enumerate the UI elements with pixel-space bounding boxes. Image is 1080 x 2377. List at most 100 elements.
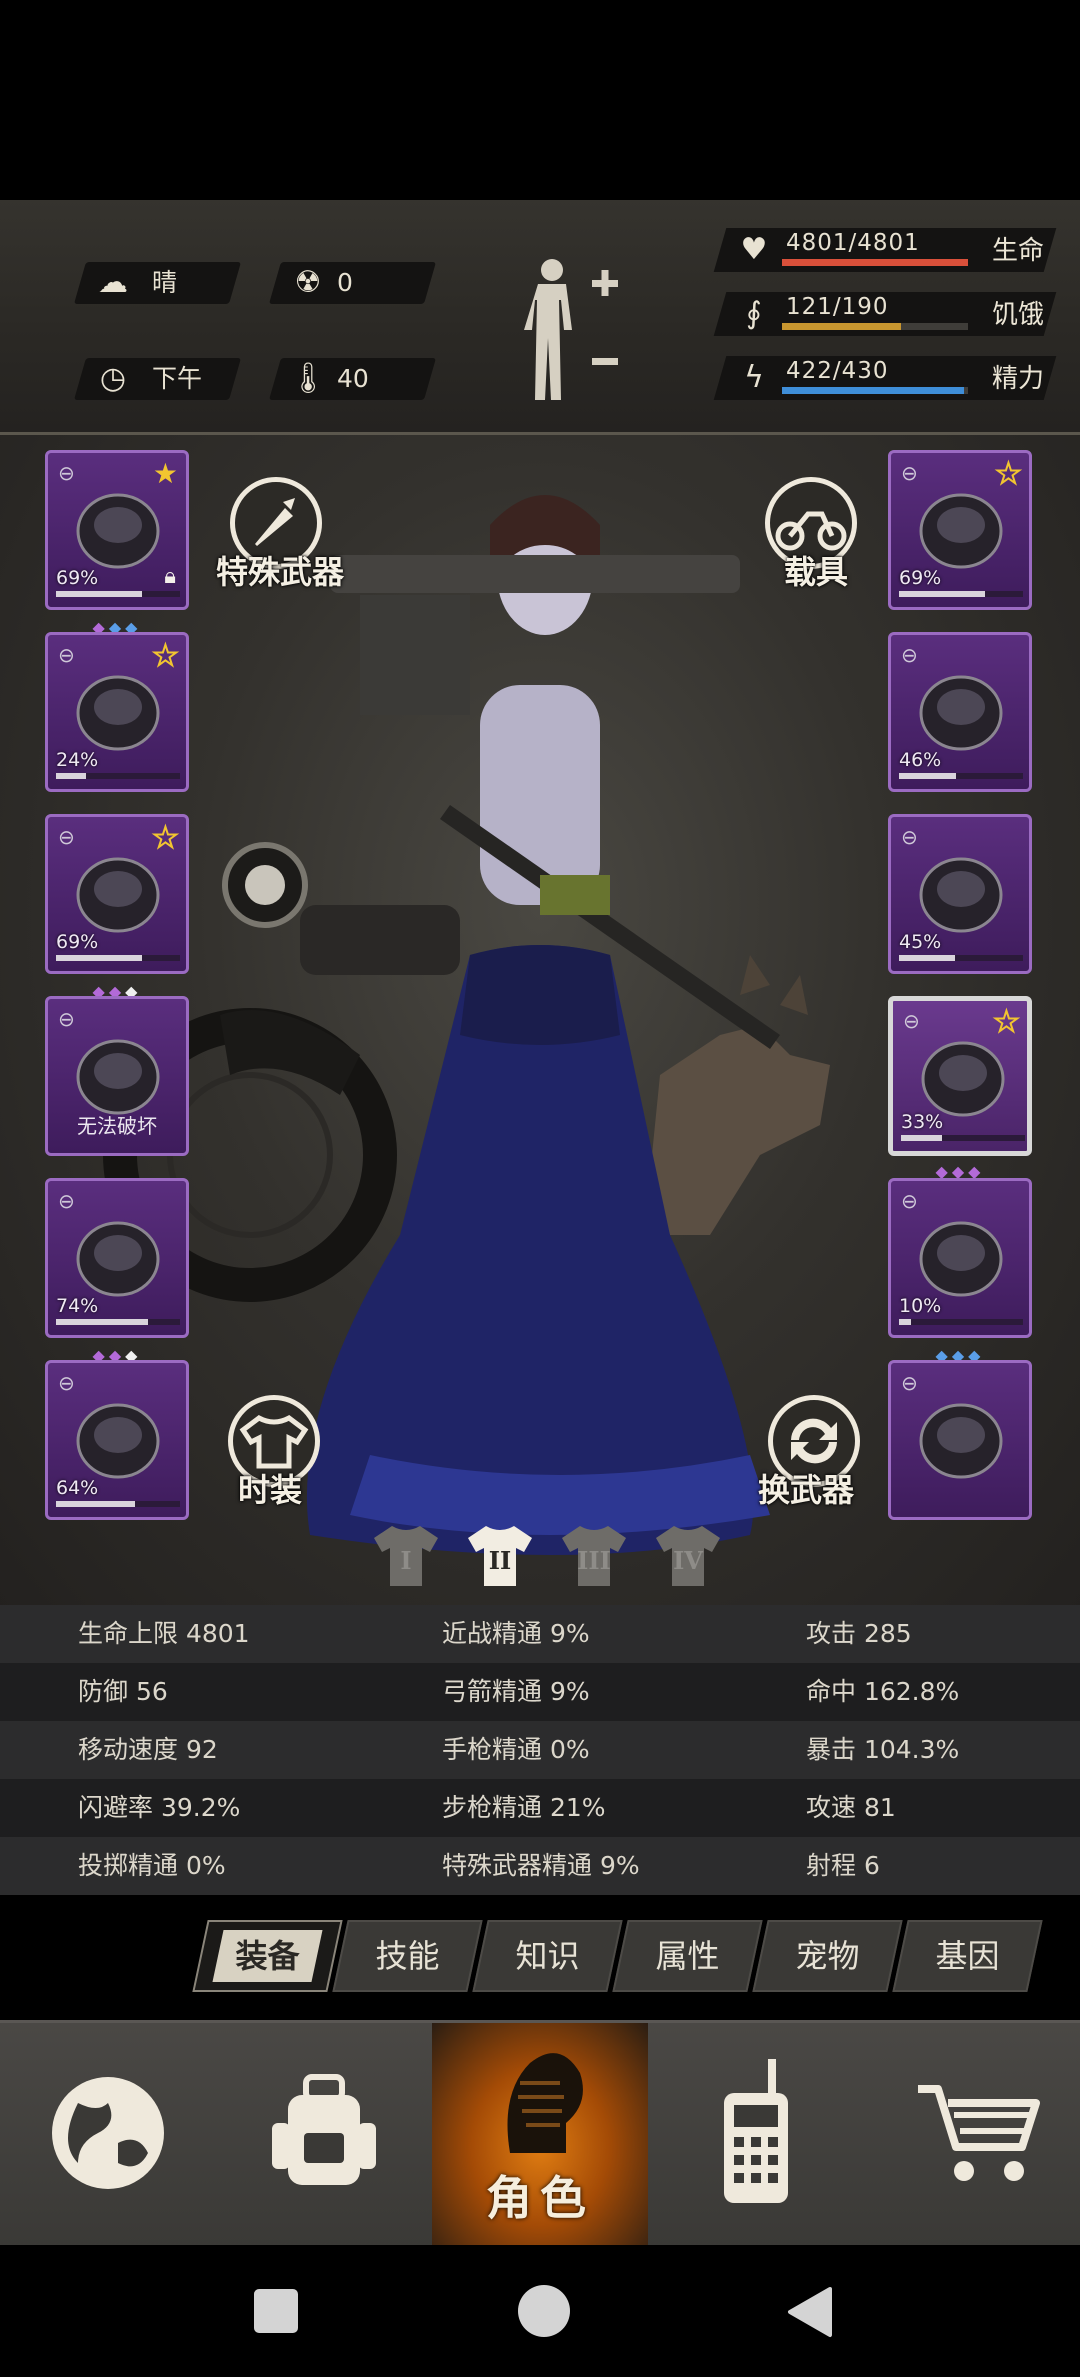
durability-text: 45% xyxy=(899,931,942,953)
lock-icon: 🔒︎ xyxy=(164,564,176,589)
lightning-icon: ϟ xyxy=(744,360,764,395)
durability-text: 69% xyxy=(56,567,99,589)
nav-backpack[interactable] xyxy=(216,2023,432,2248)
gas-mask-icon xyxy=(919,675,1003,751)
pants-icon xyxy=(76,1221,160,1297)
stat-cell: 命中 162.8% xyxy=(806,1677,960,1706)
fashion-label: 时装 xyxy=(238,1471,303,1509)
slot-backpack[interactable]: ⊖ 无法破坏 xyxy=(45,996,189,1156)
slot-pants[interactable]: ⊖ 74% ◆◆◆ xyxy=(45,1178,189,1365)
durability-bar xyxy=(56,1319,180,1325)
radiation-value: 0 xyxy=(337,268,353,297)
stats-row: 移动速度 92 手枪精通 0% 暴击 104.3% xyxy=(0,1721,1080,1779)
tab-label: 基因 xyxy=(935,1937,1000,1975)
stat-cell: 投掷精通 0% xyxy=(78,1851,226,1880)
stats-row: 闪避率 39.2% 步枪精通 21% 攻速 81 xyxy=(0,1779,1080,1837)
android-nav-bar xyxy=(0,2245,1080,2377)
tab-label: 知识 xyxy=(515,1937,580,1975)
nav-shop[interactable] xyxy=(864,2023,1080,2248)
unbreakable-text: 无法破坏 xyxy=(77,1114,157,1138)
back-button[interactable] xyxy=(784,2285,834,2339)
tab-5[interactable]: 基因 xyxy=(892,1920,1043,1992)
nav-radio[interactable] xyxy=(648,2023,864,2248)
stats-row: 投掷精通 0% 特殊武器精通 9% 射程 6 xyxy=(0,1837,1080,1895)
durability-text: 33% xyxy=(901,1111,944,1133)
slot-helmet[interactable]: ⊖ ★ 69% 🔒︎ ◆◆◆ xyxy=(45,450,189,637)
recent-apps-button[interactable] xyxy=(254,2289,298,2333)
tab-1[interactable]: 技能 xyxy=(332,1920,483,1992)
character-tabs: 装备 技能 知识 属性 宠物 基因 xyxy=(192,1920,1070,1992)
tab-3[interactable]: 属性 xyxy=(612,1920,763,1992)
durability-bar xyxy=(56,955,180,961)
stat-cell: 攻击 285 xyxy=(806,1619,912,1648)
slot-boots[interactable]: ⊖ 64% xyxy=(45,1360,189,1520)
stat-cell: 攻速 81 xyxy=(806,1793,896,1822)
backpack-icon xyxy=(76,1039,160,1115)
slot-gas-mask[interactable]: ⊖ 46% xyxy=(888,632,1032,792)
temperature-pill[interactable]: 🌡︎ 40 xyxy=(268,358,437,400)
slot-goggles[interactable]: ⊖ ★ 69% xyxy=(888,450,1032,610)
slot-sword[interactable]: ⊖ 10% ◆◆◆ xyxy=(888,1178,1032,1365)
helmet-icon xyxy=(76,493,160,569)
stat-cell: 弓箭精通 9% xyxy=(442,1677,590,1706)
shopping-cart-icon xyxy=(918,2085,1040,2181)
slot-coat[interactable]: ⊖ ★ 69% ◆◆◆ xyxy=(45,814,189,1001)
stomach-icon: ∮ xyxy=(746,296,762,331)
durability-bar xyxy=(56,591,180,597)
swap-weapon-label: 换武器 xyxy=(758,1471,855,1509)
stats-row: 生命上限 4801 近战精通 9% 攻击 285 xyxy=(0,1605,1080,1663)
durability-text: 46% xyxy=(899,749,942,771)
outfit-tab-label: I xyxy=(400,1546,412,1575)
stat-cell: 近战精通 9% xyxy=(442,1619,590,1648)
home-button[interactable] xyxy=(518,2285,570,2337)
jacket-icon xyxy=(76,675,160,751)
outfit-tab-4[interactable]: IV xyxy=(652,1520,724,1590)
body-status-icon[interactable] xyxy=(520,256,630,406)
nav-world-map[interactable] xyxy=(0,2023,216,2248)
tab-2[interactable]: 知识 xyxy=(472,1920,623,1992)
tab-4[interactable]: 宠物 xyxy=(752,1920,903,1992)
stat-cell: 生命上限 4801 xyxy=(78,1619,250,1648)
walkie-talkie-icon xyxy=(724,2059,788,2203)
radiation-pill[interactable]: ☢ 0 xyxy=(268,262,437,304)
vehicle-label: 载具 xyxy=(784,553,849,591)
sword-icon xyxy=(919,1221,1003,1297)
radiation-icon: ☢ xyxy=(294,265,322,300)
hunger-label: 饥饿 xyxy=(992,300,1045,330)
durability-text: 10% xyxy=(899,1295,942,1317)
stat-cell: 步枪精通 21% xyxy=(442,1793,606,1822)
slot-vest[interactable]: ⊖ 45% xyxy=(888,814,1032,974)
durability-text: 69% xyxy=(899,567,942,589)
hunger-value: 121/190 xyxy=(786,294,889,320)
vest-icon xyxy=(919,857,1003,933)
thermometer-icon: 🌡︎ xyxy=(289,361,328,396)
durability-bar xyxy=(56,773,180,779)
slot-grenade[interactable]: ⊖ xyxy=(888,1360,1032,1520)
durability-bar xyxy=(899,591,1023,597)
tab-0[interactable]: 装备 xyxy=(192,1920,343,1992)
slot-jacket[interactable]: ⊖ ★ 24% xyxy=(45,632,189,792)
energy-label: 精力 xyxy=(992,364,1045,394)
character-scene: 特殊武器 载具 时装 换武器 I II III IV ⊖ ★ 69% 🔒︎ ◆◆◆ ⊖ ★ 24% ⊖… xyxy=(0,435,1080,1615)
outfit-tab-3[interactable]: III xyxy=(558,1520,630,1590)
goggles-icon xyxy=(919,493,1003,569)
durability-bar xyxy=(899,955,1023,961)
energy-value: 422/430 xyxy=(786,358,889,384)
boots-icon xyxy=(76,1403,160,1479)
durability-text: 74% xyxy=(56,1295,99,1317)
time-value: 下午 xyxy=(152,364,203,393)
backpack-icon xyxy=(272,2074,376,2185)
hunger-bar[interactable]: ∮ 121/190 饥饿 xyxy=(713,292,1060,336)
stat-cell: 暴击 104.3% xyxy=(806,1735,960,1764)
outfit-tab-1[interactable]: I xyxy=(370,1520,442,1590)
slot-rifle[interactable]: ⊖ ★ 33% ◆◆◆ xyxy=(888,996,1032,1181)
weather-value: 晴 xyxy=(152,268,178,297)
tab-label: 技能 xyxy=(375,1937,440,1975)
time-pill[interactable]: ◷ 下午 xyxy=(73,358,242,400)
energy-bar[interactable]: ϟ 422/430 精力 xyxy=(713,356,1060,400)
outfit-tab-2[interactable]: II xyxy=(464,1520,536,1590)
nav-character[interactable]: 角色 xyxy=(432,2023,648,2248)
health-bar[interactable]: ♥ 4801/4801 生命 xyxy=(713,228,1060,272)
weather-pill[interactable]: ☁ 晴 xyxy=(73,262,242,304)
durability-bar xyxy=(901,1135,1025,1141)
